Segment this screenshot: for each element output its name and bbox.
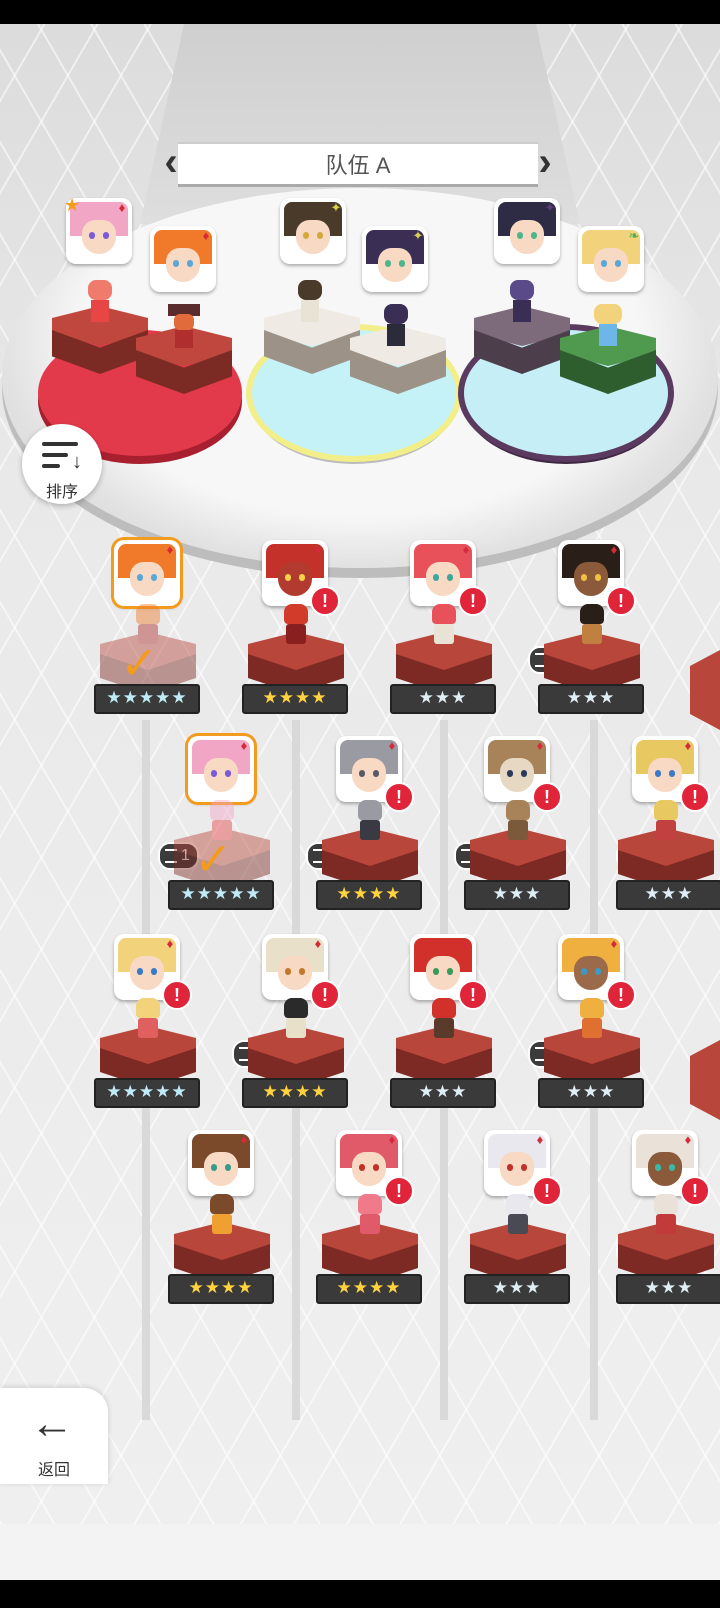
star-rating: ★★★★: [316, 880, 422, 910]
fire-element-icon: ♦: [166, 542, 174, 557]
chevron-right-icon[interactable]: ›: [534, 140, 556, 184]
hero-card[interactable]: ♦ ! 3 ★★★: [528, 540, 644, 730]
fire-element-icon: ♦: [314, 936, 322, 951]
hero-card[interactable]: ♦ ! ★★★: [390, 934, 496, 1124]
hero-card[interactable]: ♦ ! ★★★: [464, 1130, 570, 1320]
team-portrait[interactable]: ✦: [362, 226, 428, 292]
hero-card[interactable]: ♦ 1 ✓ ★★★★★: [158, 736, 274, 926]
star-rating: ★★★★: [242, 1078, 348, 1108]
dark-element-icon: ✦: [544, 200, 556, 215]
star-rating: ★★★★★: [94, 684, 200, 714]
hero-card[interactable]: ♦ ! ★★★: [390, 540, 496, 730]
star-rating: ★★★: [538, 1078, 644, 1108]
wind-element-icon: ❧: [628, 228, 640, 243]
star-rating: ★★★★: [242, 684, 348, 714]
fire-element-icon: ♦: [240, 1132, 248, 1147]
light-element-icon: ✦: [330, 200, 342, 215]
team-sprite[interactable]: [590, 304, 626, 350]
fire-element-icon: ♦: [610, 542, 618, 557]
team-sprite[interactable]: [292, 280, 328, 326]
star-rating: ★★★★: [168, 1274, 274, 1304]
team-sprite[interactable]: [166, 304, 202, 350]
selected-check-icon: ✓: [120, 637, 159, 689]
star-rating: ★★★★★: [94, 1078, 200, 1108]
star-rating: ★★★: [616, 1274, 720, 1304]
fire-element-icon: ♦: [462, 542, 470, 557]
team-sprite[interactable]: [82, 280, 118, 326]
star-rating: ★★★★: [316, 1274, 422, 1304]
hero-card[interactable]: ♦ ! ★★★★: [242, 540, 348, 730]
team-title: 队伍 A: [178, 142, 538, 187]
star-rating: ★★★: [616, 880, 720, 910]
team-portrait[interactable]: ✦: [494, 198, 560, 264]
hero-card[interactable]: ♦ ! ★★★★★: [94, 934, 200, 1124]
hero-portrait[interactable]: ♦: [188, 736, 254, 802]
fire-element-icon: ♦: [462, 936, 470, 951]
hero-card[interactable]: ♦ ! 2 ★★★★: [306, 736, 422, 926]
star-rating: ★★★: [464, 880, 570, 910]
system-nav-bar: [0, 1580, 720, 1608]
team-selector: ‹ 队伍 A ›: [160, 140, 556, 187]
team-sprite[interactable]: [504, 280, 540, 326]
hero-card[interactable]: ♦ ! 1 ★★★: [528, 934, 644, 1124]
star-rating: ★★★: [464, 1274, 570, 1304]
sort-label: 排序: [45, 484, 78, 501]
fire-element-icon: ♦: [536, 1132, 544, 1147]
hero-card[interactable]: ♦ ! 1 ★★★★: [232, 934, 348, 1124]
fire-element-icon: ♦: [536, 738, 544, 753]
hero-card[interactable]: ♦ ★★★★: [168, 1130, 274, 1320]
team-sprite[interactable]: [378, 304, 414, 350]
fire-element-icon: ♦: [166, 936, 174, 951]
team-portrait[interactable]: ♦: [150, 226, 216, 292]
selected-check-icon: ✓: [194, 833, 233, 885]
fire-element-icon: ♦: [684, 738, 692, 753]
star-rating: ★★★: [390, 684, 496, 714]
arrow-left-icon: ←: [30, 1399, 74, 1448]
hero-card[interactable]: ♦ ✓ ★★★★★: [94, 540, 200, 730]
fire-element-icon: ♦: [388, 738, 396, 753]
hero-card[interactable]: ♦ ! ★★★★: [316, 1130, 422, 1320]
fire-element-icon: ♦: [240, 738, 248, 753]
sort-descending-icon: ↓: [42, 440, 82, 474]
back-label: 返回: [37, 1462, 70, 1479]
fire-element-icon: ♦: [388, 1132, 396, 1147]
fire-element-icon: ♦: [684, 1132, 692, 1147]
fire-element-icon: ♦: [610, 936, 618, 951]
team-portrait[interactable]: ✦: [280, 198, 346, 264]
team-portrait[interactable]: ★ ♦: [64, 195, 132, 264]
navigation-area: [0, 1524, 720, 1580]
light-element-icon: ✦: [412, 228, 424, 243]
star-rating: ★★★: [390, 1078, 496, 1108]
fire-element-icon: ♦: [202, 228, 210, 243]
leader-star-icon: ★: [64, 195, 81, 215]
hero-portrait[interactable]: ♦: [188, 1130, 254, 1196]
sort-button[interactable]: ↓ 排序: [22, 424, 102, 504]
fire-element-icon: ♦: [118, 200, 126, 215]
team-portrait[interactable]: ❧: [578, 226, 644, 292]
star-rating: ★★★: [538, 684, 644, 714]
star-rating: ★★★★★: [168, 880, 274, 910]
hero-card[interactable]: ♦ ! 1 ★★★: [616, 1130, 720, 1320]
hero-portrait[interactable]: ♦: [114, 540, 180, 606]
fire-element-icon: ♦: [314, 542, 322, 557]
hero-card[interactable]: ♦ ! 1 ★★★: [616, 736, 720, 926]
back-button[interactable]: ← 返回: [0, 1388, 108, 1484]
status-bar: [0, 0, 720, 24]
hero-card[interactable]: ♦ ! 1 ★★★: [454, 736, 570, 926]
